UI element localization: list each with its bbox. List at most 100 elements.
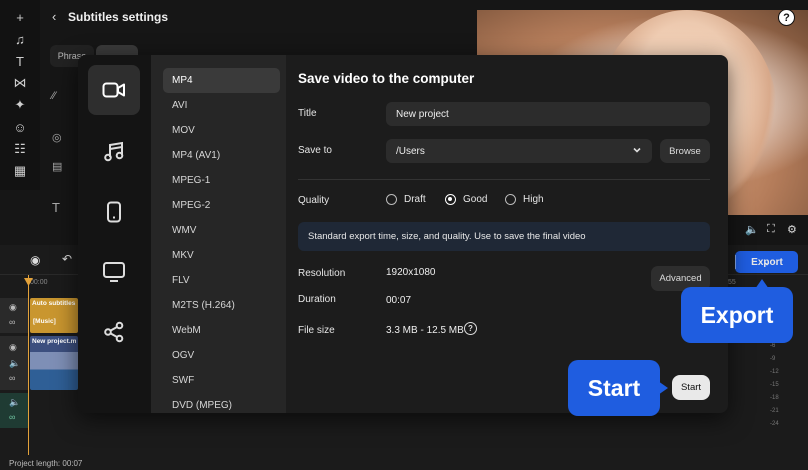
export-callout: Export [681, 279, 793, 343]
panel-title: Subtitles settings [68, 10, 169, 24]
quality-draft-radio[interactable]: Draft [386, 194, 426, 205]
mute-icon[interactable]: 🔈 [9, 358, 20, 369]
category-tv[interactable] [88, 247, 140, 297]
format-item[interactable]: FLV [163, 268, 280, 293]
export-callout-label: Export [700, 301, 774, 328]
format-item[interactable]: DVD (MPEG) [163, 393, 280, 413]
format-item[interactable]: WebM [163, 318, 280, 343]
undo-icon[interactable]: ↶ [62, 252, 72, 266]
divider [298, 179, 710, 180]
playhead[interactable] [28, 275, 29, 455]
mute-icon[interactable]: 🔈 [9, 397, 20, 408]
category-audio[interactable] [88, 127, 140, 177]
music-clip-label: [Music] [33, 318, 56, 325]
video-camera-icon [102, 82, 125, 98]
dialog-title: Save video to the computer [298, 71, 475, 86]
link-icon[interactable]: ∞ [9, 317, 15, 327]
start-callout: Start [568, 360, 668, 416]
transitions-icon[interactable]: ⋈ [10, 74, 30, 92]
radio-dot [505, 194, 516, 205]
subtitle-track-controls: ◉ ∞ [0, 298, 28, 333]
eye-icon[interactable]: ◉ [9, 302, 17, 313]
text-icon[interactable]: T [10, 52, 30, 70]
format-list: MP4 AVI MOV MP4 (AV1) MPEG-1 MPEG-2 WMV MKV FLV M… [151, 55, 286, 413]
back-icon[interactable]: ‹ [52, 9, 56, 24]
style-icon[interactable]: ⁄⁄ [52, 90, 56, 102]
category-share[interactable] [88, 307, 140, 357]
meter-tick-label: -12 [770, 369, 779, 375]
radio-dot [386, 194, 397, 205]
category-mobile[interactable] [88, 187, 140, 237]
format-item[interactable]: OGV [163, 343, 280, 368]
magic-wand-icon[interactable]: ✦ [10, 96, 30, 114]
format-item[interactable]: MP4 [163, 68, 280, 93]
music-note-icon [104, 141, 124, 162]
meter-tick-label: -15 [770, 382, 779, 388]
record-icon[interactable]: ◉ [30, 253, 40, 267]
duration-value: 00:07 [386, 295, 412, 306]
subtitle-clip[interactable]: Auto subtitles [Music] [30, 298, 78, 333]
export-button[interactable]: Export ⌄ [735, 251, 798, 273]
link-icon[interactable]: ∞ [9, 412, 15, 422]
position-icon[interactable]: ◎ [52, 131, 62, 144]
title-label: Title [298, 108, 317, 119]
eye-icon[interactable]: ◉ [9, 342, 17, 353]
duration-label: Duration [298, 294, 336, 305]
meter-tick-label: -6 [770, 343, 776, 349]
subtitle-clip-label: Auto subtitles [32, 300, 76, 307]
format-item[interactable]: MOV [163, 118, 280, 143]
video-track-controls: ◉ 🔈 ∞ [0, 336, 28, 390]
audio-track-controls: 🔈 ∞ [0, 393, 28, 428]
quality-good-label: Good [463, 194, 488, 205]
video-clip-label: New project.m [32, 338, 77, 345]
ruler-start-label: 00:00 [30, 279, 48, 286]
format-item[interactable]: M2TS (H.264) [163, 293, 280, 318]
smartphone-icon [107, 201, 121, 223]
file-size-value: 3.3 MB - 12.5 MB [386, 325, 464, 336]
tv-icon [103, 262, 125, 282]
format-item[interactable]: WMV [163, 218, 280, 243]
sticker-icon[interactable]: ☺ [10, 118, 30, 136]
settings-gear-icon[interactable]: ⚙ [787, 223, 797, 236]
volume-icon[interactable]: 🔈 [745, 223, 759, 236]
browse-button[interactable]: Browse [660, 139, 710, 163]
meter-tick-label: -18 [770, 395, 779, 401]
format-item[interactable]: MPEG-1 [163, 168, 280, 193]
music-icon[interactable]: ♫ [10, 30, 30, 48]
left-toolbar: + ♫ T ⋈ ✦ ☺ ☷ ▦ [0, 0, 40, 190]
format-item[interactable]: AVI [163, 93, 280, 118]
format-item[interactable]: SWF [163, 368, 280, 393]
subtitles-panel-header: ‹ Subtitles settings [40, 0, 476, 36]
category-video[interactable] [88, 65, 140, 115]
ruler-mark-label: 55 [728, 279, 736, 286]
start-button[interactable]: Start [672, 375, 710, 400]
quality-draft-label: Draft [404, 194, 426, 205]
start-callout-label: Start [587, 374, 641, 401]
video-clip[interactable]: New project.m [30, 336, 78, 390]
share-icon [104, 321, 124, 343]
fullscreen-icon[interactable]: ⛶ [767, 223, 775, 236]
meter-tick-label: -21 [770, 408, 779, 414]
save-to-label: Save to [298, 145, 332, 156]
quality-label: Quality [298, 195, 330, 206]
format-item[interactable]: MKV [163, 243, 280, 268]
cart-icon[interactable]: ☷ [10, 140, 30, 158]
title-input[interactable]: New project [386, 102, 710, 126]
font-icon[interactable]: T [52, 200, 60, 215]
help-icon[interactable]: ? [778, 9, 795, 26]
radio-dot-selected [445, 194, 456, 205]
export-category-sidebar [78, 55, 151, 413]
audio-level-meter: -3-6-9-12-15-18-21-24 [764, 330, 808, 440]
quality-high-radio[interactable]: High [505, 194, 544, 205]
quality-good-radio[interactable]: Good [445, 194, 487, 205]
add-icon[interactable]: + [10, 8, 30, 26]
export-button-label: Export [751, 256, 783, 268]
link-icon[interactable]: ∞ [9, 373, 15, 383]
more-tools-icon[interactable]: ▦ [10, 162, 30, 180]
format-item[interactable]: MP4 (AV1) [163, 143, 280, 168]
help-icon[interactable]: ? [464, 322, 477, 335]
text-box-icon[interactable]: ▤ [52, 160, 62, 173]
format-item[interactable]: MPEG-2 [163, 193, 280, 218]
quality-description: Standard export time, size, and quality.… [298, 222, 710, 251]
save-to-select[interactable]: /Users [386, 139, 652, 163]
